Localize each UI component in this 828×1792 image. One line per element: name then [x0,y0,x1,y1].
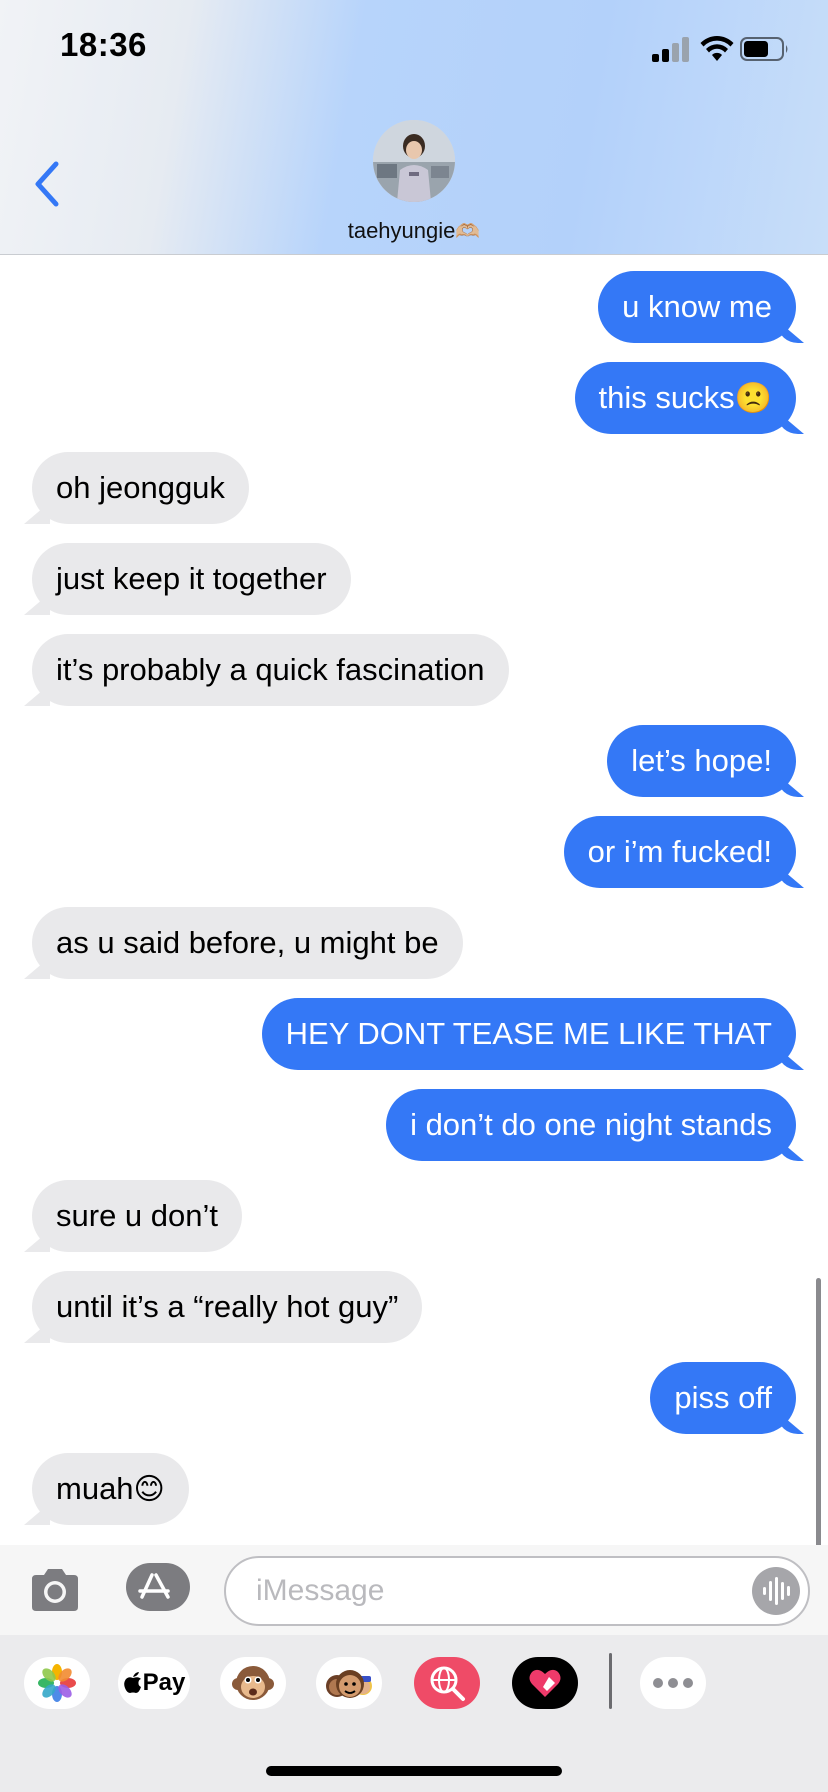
camera-icon[interactable] [28,1567,82,1613]
message-thread[interactable]: u know me this sucks🙁 oh jeongguk just k… [0,255,828,1545]
app-store-icon [138,1573,170,1599]
sent-message[interactable]: let’s hope! [607,725,796,797]
photos-icon [38,1664,76,1702]
home-indicator[interactable] [266,1766,562,1776]
globe-search-icon [430,1666,465,1701]
sent-message[interactable]: this sucks🙁 [574,362,796,434]
compose-bar: iMessage [0,1545,828,1635]
web-search-app-button[interactable] [414,1657,480,1709]
wifi-icon [700,36,734,61]
waveform-icon [763,1577,790,1605]
sent-message[interactable]: HEY DONT TEASE ME LIKE THAT [261,998,796,1070]
sent-message[interactable]: piss off [650,1362,796,1434]
memoji-icon [326,1670,372,1698]
received-message[interactable]: muah😊 [32,1453,189,1525]
digital-touch-heart-icon [529,1669,561,1697]
apple-pay-button[interactable]: Pay [118,1657,190,1709]
imessage-input[interactable]: iMessage [224,1556,810,1626]
contact-name[interactable]: taehyungie🫶🏼 [0,218,828,244]
memoji-app-button[interactable] [316,1657,382,1709]
apple-logo-icon [123,1672,141,1693]
sent-message[interactable]: i don’t do one night stands [386,1089,796,1161]
contact-avatar[interactable] [373,120,455,202]
battery-icon [740,37,788,61]
animoji-app-button[interactable] [220,1657,286,1709]
cellular-signal-icon [652,36,690,62]
app-store-button[interactable] [126,1563,190,1611]
contact-name-text: taehyungie [347,218,456,243]
sent-message[interactable]: u know me [598,271,796,343]
more-icon [653,1678,693,1688]
frowning-emoji: 🙁 [734,382,772,415]
received-message[interactable]: oh jeongguk [32,452,249,524]
imessage-placeholder: iMessage [256,1574,385,1607]
digital-touch-app-button[interactable] [512,1657,578,1709]
monkey-animoji-icon [232,1666,274,1700]
sent-message[interactable]: or i’m fucked! [563,816,796,888]
received-message[interactable]: sure u don’t [32,1180,242,1252]
smiling-emoji: 😊 [133,1473,165,1506]
more-apps-button[interactable] [640,1657,706,1709]
voice-message-button[interactable] [752,1567,800,1615]
received-message[interactable]: just keep it together [32,543,351,615]
status-time: 18:36 [60,26,147,63]
conversation-header: 18:36 taehyungie🫶🏼 [0,0,828,255]
apple-pay-label: Pay [142,1669,186,1696]
received-message[interactable]: as u said before, u might be [32,907,463,979]
received-message[interactable]: it’s probably a quick fascination [32,634,509,706]
back-chevron-icon[interactable] [30,158,66,210]
photos-app-button[interactable] [24,1657,90,1709]
received-message[interactable]: until it’s a “really hot guy” [32,1271,423,1343]
scrollbar[interactable] [816,1278,821,1548]
heart-hands-emoji: 🫶🏼 [455,221,481,243]
drawer-divider [609,1653,612,1709]
